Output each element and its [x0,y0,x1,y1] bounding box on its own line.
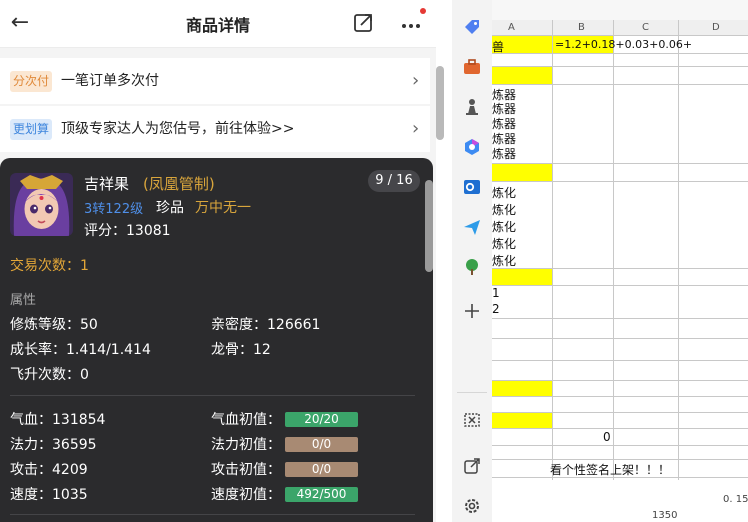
panel-scrollbar[interactable] [436,66,444,140]
column-header-c[interactable]: C [642,22,649,33]
hp-initial-bar: 20/20 [285,412,358,427]
formula-cell[interactable]: =1.2+0.18+0.03+0.06+ [555,38,692,51]
attack-initial-bar: 0/0 [285,462,358,477]
tag-icon[interactable] [462,17,482,37]
cell-a[interactable]: 炼化 [492,235,516,252]
hp-initial-label: 气血初值： [211,412,281,428]
column-header-a[interactable]: A [508,22,515,33]
highlight-cell [492,268,552,285]
cell-a[interactable]: 1 [492,286,500,300]
pet-rank: 珍品 [156,200,184,216]
share-icon[interactable] [352,12,374,34]
promo-tag: 分次付 [10,71,53,92]
divider [10,395,415,396]
speed-stat: 速度：1035 [10,487,88,503]
add-icon[interactable] [462,301,482,321]
cell-a[interactable]: 炼化 [492,184,516,201]
outlook-icon[interactable] [462,177,482,197]
spreadsheet: A B C D 兽 =1.2+0.18+0.03+0.06+ 炼器 炼器 炼器 … [492,0,748,522]
attributes-heading: 属性 [10,293,37,308]
cell-a[interactable]: 炼化 [492,201,516,218]
attack-initial-label: 攻击初值： [211,462,281,478]
promo-text: 顶级专家达人为您估号，前往体验>> [61,121,295,137]
product-detail-panel: ← 商品详情 分次付 一笔订单多次付 › 更划算 顶级专家达人为您估号，前往体验… [0,0,436,522]
cultivation-level: 修炼等级：50 [10,317,98,333]
toolbar-divider [457,392,487,393]
screenshot-icon[interactable] [462,410,482,430]
highlight-cell [492,163,552,181]
hp-stat: 气血：131854 [10,412,106,428]
speed-initial-bar: 492/500 [285,487,358,502]
page-indicator-badge: 9 / 16 [368,170,420,192]
promo-installment-row[interactable]: 分次付 一笔订单多次付 › [0,58,430,104]
trade-count: 交易次数：1 [10,258,89,274]
cell-a[interactable]: 炼化 [492,218,516,235]
send-icon[interactable] [462,217,482,237]
dragon-bone: 龙骨：12 [211,342,271,358]
copilot-icon[interactable] [462,137,482,157]
value-cell[interactable]: 1350 [652,510,677,521]
chevron-right-icon: › [412,70,420,91]
speed-initial-label: 速度初值： [211,487,281,503]
pet-kind: (凤凰管制) [143,175,215,193]
highlight-cell [492,412,552,428]
intimacy: 亲密度：126661 [211,317,321,333]
promo-text: 一笔订单多次付 [61,73,159,89]
attack-stat: 攻击：4209 [10,462,88,478]
mana-stat: 法力：36595 [10,437,97,453]
column-header-b[interactable]: B [578,22,585,33]
promo-appraisal-row[interactable]: 更划算 顶级专家达人为您估号，前往体验>> › [0,106,430,152]
ascension-count: 飞升次数：0 [10,367,89,383]
cell-a[interactable]: 炼化 [492,252,516,269]
pet-score: 评分：13081 [84,223,171,239]
briefcase-icon[interactable] [462,57,482,77]
footer-note-cell[interactable]: 看个性签名上架！！！ [550,461,670,478]
divider [10,514,415,515]
pet-grade: 万中无一 [195,200,251,216]
card-scrollbar[interactable] [425,180,433,272]
sheet-top-strip [492,0,748,20]
open-external-icon[interactable] [462,456,482,476]
chess-pawn-icon[interactable] [462,97,482,117]
top-bar: ← 商品详情 [0,0,436,48]
growth-rate: 成长率：1.414/1.414 [10,342,151,358]
highlight-cell [492,66,552,84]
value-cell[interactable]: 0. 15 [723,494,748,505]
side-toolbar [452,0,492,522]
column-header-d[interactable]: D [712,22,720,33]
pet-detail-card: 吉祥果 (凤凰管制) 3转122级 珍品 万中无一 评分：13081 9 / 1… [0,158,433,522]
pet-level: 3转122级 [84,202,144,217]
column-header-row [492,20,748,35]
settings-icon[interactable] [462,496,482,516]
chevron-right-icon: › [412,118,420,139]
mana-initial-label: 法力初值： [211,437,281,453]
cell-a1[interactable]: 兽 [492,38,504,55]
pet-avatar [10,173,73,236]
mana-initial-bar: 0/0 [285,437,358,452]
highlight-cell [492,380,552,396]
cell-b-zero[interactable]: 0 [603,430,611,444]
tree-icon[interactable] [462,257,482,277]
cell-a[interactable]: 2 [492,302,500,316]
cell-a[interactable]: 炼器 [492,145,516,162]
promo-tag: 更划算 [10,119,53,140]
notification-dot [420,8,426,14]
pet-name: 吉祥果 [84,175,130,193]
screen: ← 商品详情 分次付 一笔订单多次付 › 更划算 顶级专家达人为您估号，前往体验… [0,0,748,522]
